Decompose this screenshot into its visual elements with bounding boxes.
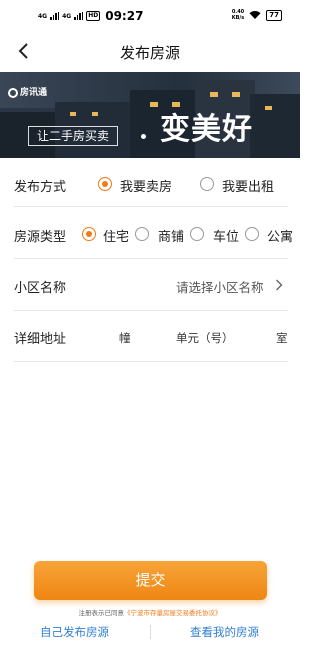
community-label: 小区名称	[14, 281, 67, 296]
banner-window	[92, 112, 98, 116]
radio-parking[interactable]	[190, 227, 204, 241]
room-number-suffix: 室	[276, 331, 288, 345]
battery-indicator: 77	[266, 9, 282, 21]
community-row[interactable]: 小区名称 请选择小区名称	[14, 260, 288, 311]
option-shop-label[interactable]: 商铺	[158, 226, 184, 245]
promo-banner: 房讯通 让二手房买卖 变美好	[0, 72, 300, 158]
self-publish-link[interactable]: 自己发布房源	[40, 624, 109, 640]
publish-type-label: 发布方式	[14, 180, 67, 195]
logo-text: 房讯通	[20, 87, 48, 98]
logo-icon	[8, 88, 18, 98]
hd-badge: HD	[86, 11, 101, 21]
signal-icon-1	[50, 12, 60, 20]
network-speed: 0.40 KB/s	[232, 9, 245, 21]
banner-slogan: 变美好	[160, 112, 253, 147]
banner-window	[150, 102, 158, 107]
agreement-prefix: 注册表示已同意	[78, 609, 125, 617]
signal-icon-2	[74, 12, 84, 20]
banner-tagline: 让二手房买卖	[28, 126, 119, 146]
option-sell-label[interactable]: 我要卖房	[120, 176, 172, 195]
agreement-notice: 注册表示已同意《宁波市存量房屋交易委托协议》	[0, 607, 300, 617]
status-left: 4G 4G HD 09:27	[38, 9, 143, 23]
radio-residential[interactable]	[82, 227, 96, 241]
brand-logo: 房讯通	[8, 88, 47, 98]
page-title: 发布房源	[119, 44, 180, 62]
property-type-label: 房源类型	[14, 230, 67, 245]
address-row: 详细地址 幢 单元（号） 室	[14, 312, 288, 362]
radio-rent[interactable]	[200, 177, 214, 191]
banner-window	[232, 92, 240, 97]
status-time: 09:27	[105, 9, 144, 23]
banner-window	[265, 106, 272, 110]
unit-number-suffix: 单元（号）	[176, 331, 234, 345]
speed-unit: KB/s	[231, 15, 245, 21]
community-select[interactable]: 请选择小区名称	[176, 277, 264, 296]
page: 4G 4G HD 09:27 0.40 KB/s 77 发布房源 房讯通 让二手…	[0, 0, 300, 650]
building-number-suffix: 幢	[119, 331, 131, 345]
wifi-icon	[249, 11, 261, 19]
chevron-right-icon	[276, 279, 283, 291]
agreement-link[interactable]: 《宁波市存量房屋交易委托协议》	[124, 609, 222, 617]
network-label-1: 4G	[38, 12, 48, 20]
navigation-bar: 发布房源	[0, 30, 300, 72]
option-parking-label[interactable]: 车位	[213, 226, 239, 245]
option-residential-label[interactable]: 住宅	[103, 226, 129, 245]
banner-dot	[141, 134, 146, 139]
radio-apartment[interactable]	[245, 227, 259, 241]
bottom-divider	[150, 625, 151, 639]
submit-button[interactable]: 提交	[34, 561, 267, 600]
address-label: 详细地址	[14, 332, 67, 347]
status-right: 0.40 KB/s 77	[232, 9, 282, 21]
banner-window	[70, 112, 76, 116]
banner-building	[250, 94, 300, 158]
status-bar: 4G 4G HD 09:27 0.40 KB/s 77	[0, 0, 300, 30]
option-rent-label[interactable]: 我要出租	[222, 176, 274, 195]
bottom-links: 自己发布房源 查看我的房源	[0, 622, 300, 642]
view-my-listings-link[interactable]: 查看我的房源	[190, 624, 259, 640]
publish-type-row: 发布方式 我要卖房 我要出租	[14, 160, 288, 207]
banner-window	[210, 92, 218, 97]
radio-sell[interactable]	[98, 177, 112, 191]
network-label-2: 4G	[62, 12, 72, 20]
property-type-row: 房源类型 住宅 商铺 车位 公寓	[14, 208, 293, 259]
option-apartment-label[interactable]: 公寓	[267, 226, 293, 245]
radio-shop[interactable]	[135, 227, 149, 241]
banner-window	[172, 102, 180, 107]
